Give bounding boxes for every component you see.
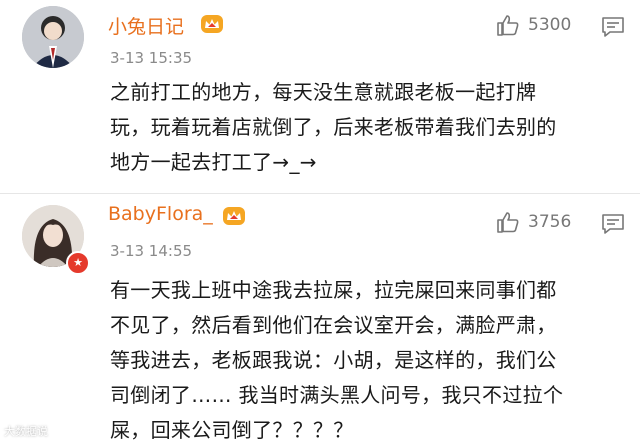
like-count: 5300 — [528, 15, 572, 35]
comment-line: 不见了，然后看到他们在会议室开会，满脸严肃， — [110, 313, 557, 337]
verified-badge-icon: ★ — [66, 251, 90, 275]
comment-text: 有一天我上班中途我去拉屎，拉完屎回来同事们都 不见了，然后看到他们在会议室开会，… — [110, 273, 622, 448]
comment-text: 之前打工的地方，每天没生意就跟老板一起打牌 玩，玩着玩着店就倒了，后来老板带着我… — [110, 75, 622, 180]
thumbs-up-icon — [497, 212, 519, 233]
comment-reply-icon[interactable] — [601, 213, 625, 235]
comment-item: ★ BabyFlora_ 3-13 14:55 3756 有一天我上班中途我去拉… — [0, 193, 640, 443]
comment-line: 地方一起去打工了→_→ — [110, 150, 317, 174]
watermark: 大数据说 — [4, 425, 48, 438]
comment-reply-icon[interactable] — [601, 16, 625, 38]
comment-time: 3-13 15:35 — [110, 49, 193, 67]
comment-line: 之前打工的地方，每天没生意就跟老板一起打牌 — [110, 80, 537, 104]
username[interactable]: 小兔日记 — [108, 12, 184, 39]
vip-crown-icon — [223, 207, 245, 225]
comment-time: 3-13 14:55 — [110, 242, 193, 260]
comment-line: 等我进去，老板跟我说：小胡，是这样的，我们公 — [110, 348, 557, 372]
comment-line: 司倒闭了…… 我当时满头黑人问号，我只不过拉个 — [110, 383, 564, 407]
like-count: 3756 — [528, 212, 572, 232]
like-button[interactable]: 5300 — [496, 14, 571, 36]
comment-line: 玩，玩着玩着店就倒了，后来老板带着我们去别的 — [110, 115, 557, 139]
like-button[interactable]: 3756 — [496, 211, 571, 233]
comment-line: 有一天我上班中途我去拉屎，拉完屎回来同事们都 — [110, 278, 557, 302]
comment-item: 小兔日记 3-13 15:35 5300 之前打工的地方，每天没生意就跟老板一起… — [0, 0, 640, 193]
avatar[interactable] — [22, 6, 84, 68]
vip-crown-icon — [201, 15, 223, 33]
thumbs-up-icon — [497, 15, 519, 36]
username[interactable]: BabyFlora_ — [108, 203, 213, 225]
